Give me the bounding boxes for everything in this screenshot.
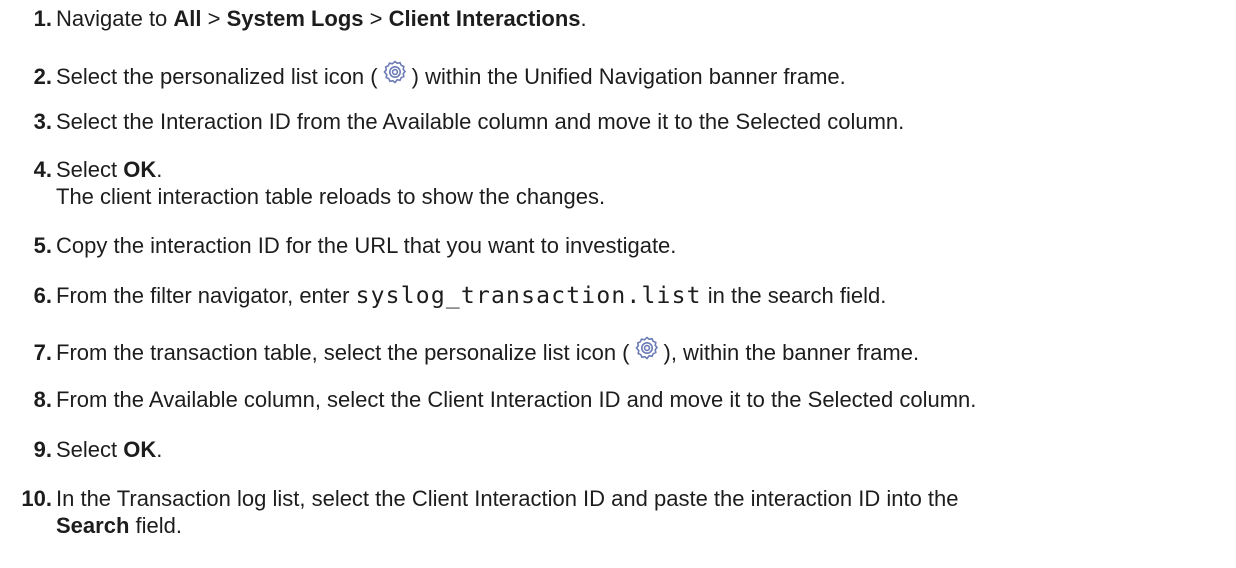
step-text: Copy the interaction ID for the URL that… [56, 233, 677, 258]
step-3: 3. Select the Interaction ID from the Ava… [0, 108, 1230, 135]
step-number: 10. [21, 486, 52, 511]
step-number: 9. [33, 437, 52, 462]
step-text: field. [129, 513, 182, 538]
step-number: 3. [33, 109, 52, 134]
period: . [156, 157, 163, 182]
period: . [156, 437, 163, 462]
separator: > [201, 6, 227, 31]
step-5: 5. Copy the interaction ID for the URL th… [0, 232, 1230, 259]
step-number: 2. [33, 64, 52, 89]
step-number: 7. [33, 340, 52, 365]
step-text: From the transaction table, select the p… [56, 340, 630, 365]
step-8: 8. From the Available column, select the … [0, 386, 1230, 413]
step-text: ) within the Unified Navigation banner f… [411, 64, 846, 89]
period: . [580, 6, 587, 31]
step-text: Select [56, 437, 124, 462]
step-text: Select the personalized list icon ( [56, 64, 378, 89]
step-text: From the Available column, select the Cl… [56, 387, 977, 412]
gear-icon [381, 58, 409, 86]
search-label: Search [56, 513, 130, 538]
step-10: 10. In the Transaction log list, select t… [0, 485, 1230, 539]
code-table-name: syslog_transaction.list [355, 283, 702, 309]
step-7: 7. From the transaction table, select the… [0, 334, 1230, 366]
separator: > [363, 6, 389, 31]
step-text: Select [56, 157, 124, 182]
step-number: 6. [33, 283, 52, 308]
ok-label: OK [123, 157, 157, 182]
menu-client-interactions: Client Interactions [388, 6, 581, 31]
step-2: 2. Select the personalized list icon ( ) w… [0, 58, 1230, 90]
gear-icon [633, 334, 661, 362]
step-continuation: Search field. [0, 512, 1230, 539]
step-number: 8. [33, 387, 52, 412]
menu-all: All [173, 6, 202, 31]
ok-label: OK [123, 437, 157, 462]
step-number: 5. [33, 233, 52, 258]
step-text: From the filter navigator, enter [56, 283, 356, 308]
step-text: In the Transaction log list, select the … [56, 486, 959, 511]
step-text: Select the Interaction ID from the Avail… [56, 109, 905, 134]
step-result: The client interaction table reloads to … [56, 184, 606, 209]
step-6: 6. From the filter navigator, enter syslo… [0, 282, 1230, 310]
step-9: 9. Select OK. [0, 436, 1230, 463]
step-1: 1. Navigate to All > System Logs > Client… [0, 5, 1230, 32]
step-text: in the search field. [701, 283, 887, 308]
step-4: 4. Select OK. The client interaction tabl… [0, 156, 1230, 210]
step-text: Navigate to [56, 6, 174, 31]
step-text: ), within the banner frame. [663, 340, 920, 365]
step-number: 4. [33, 157, 52, 182]
menu-system-logs: System Logs [226, 6, 364, 31]
step-number: 1. [33, 6, 52, 31]
